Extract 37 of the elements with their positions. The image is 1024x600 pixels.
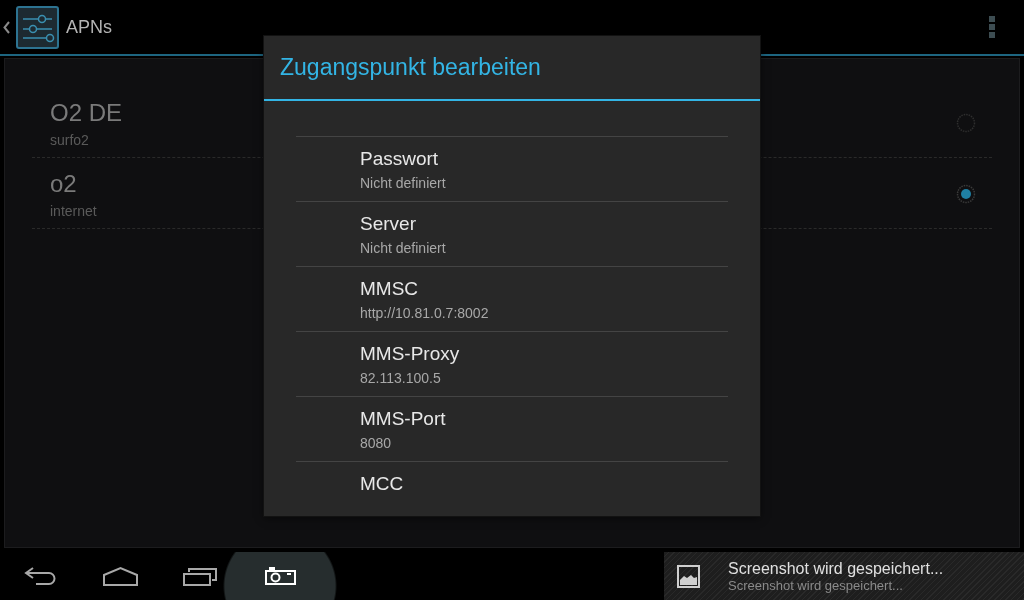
notification-text: Screenshot wird gespeichert... [728,577,903,594]
preference-summary: Nicht definiert [360,174,446,192]
preference-item[interactable]: MMS-Proxy 82.113.100.5 [296,331,728,396]
radio-button[interactable] [956,184,976,204]
apn-value: internet [50,202,97,220]
back-icon [23,567,57,585]
preference-item[interactable]: MMSC http://10.81.0.7:8002 [296,266,728,331]
menu-icon [989,16,995,38]
home-icon [101,566,139,586]
image-icon [677,564,700,588]
preference-item[interactable]: Server Nicht definiert [296,201,728,266]
screenshot-button[interactable] [223,552,337,600]
sliders-icon [16,5,59,49]
apn-value: surfo2 [50,131,89,149]
preference-summary: 8080 [360,434,392,452]
notification-panel[interactable]: Screenshot wird gespeichert... Screenshot wird gespeichert... [664,552,1024,600]
preference-item[interactable]: MCC [296,461,728,504]
preference-title: Passwort [360,148,439,170]
preference-summary: 82.113.100.5 [360,369,441,387]
preference-title: Server [360,213,416,235]
screen-title: APNs [66,16,112,38]
preference-item[interactable]: MMS-Port 8080 [296,396,728,461]
apn-name: o2 [50,170,77,198]
preference-item[interactable]: Passwort Nicht definiert [296,136,728,201]
notification-title: Screenshot wird gespeichert... [728,558,944,578]
preference-title: MCC [360,473,404,495]
preference-title: MMS-Proxy [360,343,460,365]
radio-button[interactable] [956,113,976,133]
preference-title: MMSC [360,278,419,300]
preference-summary: http://10.81.0.7:8002 [360,304,489,322]
dialog-title: Zugangspunkt bearbeiten [264,36,760,101]
preference-summary: Nicht definiert [360,239,446,257]
preference-title: MMS-Port [360,408,446,430]
camera-icon [264,567,296,585]
caret-left-icon [3,20,10,34]
recent-apps-icon [182,566,218,586]
apn-name: O2 DE [50,99,123,127]
